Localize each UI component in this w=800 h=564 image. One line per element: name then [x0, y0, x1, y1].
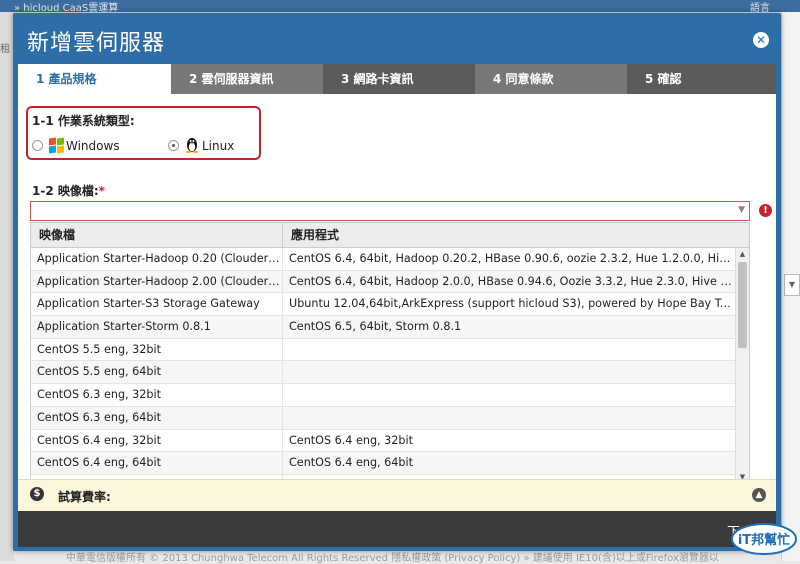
chevron-down-icon[interactable]: ▼	[738, 205, 745, 215]
background-topbar: » hicloud CaaS雲運算 語言	[0, 0, 800, 14]
image-name-cell: CentOS 5.5 eng, 32bit	[31, 338, 283, 361]
tab-product-spec[interactable]: 1 產品規格	[18, 64, 171, 94]
ithome-watermark-logo: iT邦幫忙	[731, 523, 797, 555]
image-label-text: 1-2 映像檔:	[32, 184, 99, 198]
background-breadcrumb: » hicloud CaaS雲運算	[14, 3, 119, 14]
tab-nic-info[interactable]: 3 網路卡資訊	[323, 64, 475, 94]
fee-estimate-bar[interactable]: $ 試算費率: ▲	[18, 479, 776, 512]
table-row[interactable]: CentOS 5.5 eng, 32bit	[31, 338, 735, 362]
table-row[interactable]: Application Starter-Storm 0.8.1 CentOS 6.…	[31, 316, 735, 339]
table-row[interactable]: CentOS 6.3 eng, 64bit	[31, 406, 735, 430]
close-icon[interactable]: ✕	[753, 32, 769, 48]
chevron-up-icon[interactable]: ▲	[752, 488, 766, 502]
table-row[interactable]: Application Starter-Hadoop 0.20 (Clouder…	[31, 248, 735, 271]
application-cell: CentOS 6.4 eng, 64bit	[289, 456, 414, 470]
windows-option-label[interactable]: Windows	[66, 139, 120, 153]
image-name-cell: Application Starter-Hadoop 0.20 (Clouder…	[31, 248, 283, 270]
application-cell	[283, 384, 735, 406]
table-row[interactable]: Application Starter-S3 Storage Gateway Ub…	[31, 293, 735, 317]
dollar-icon: $	[30, 487, 44, 501]
windows-logo-icon	[49, 137, 65, 154]
linux-radio[interactable]	[168, 140, 179, 151]
background-dropdown[interactable]: ▼	[784, 274, 800, 296]
table-row[interactable]: Application Starter-Hadoop 2.00 (Clouder…	[31, 270, 735, 294]
scroll-thumb[interactable]	[738, 262, 747, 348]
application-cell: CentOS 6.4 eng, 32bit	[289, 433, 414, 447]
os-type-label: 1-1 作業系統類型:	[32, 114, 135, 128]
language-menu[interactable]: 語言	[750, 0, 770, 14]
image-select[interactable]: ▼	[30, 201, 750, 221]
background-side-label: 租	[0, 44, 10, 55]
error-icon: !	[759, 204, 772, 217]
table-row[interactable]: CentOS 5.5 eng, 64bit	[31, 361, 735, 385]
grid-body: Application Starter-Hadoop 0.20 (Clouder…	[31, 248, 735, 483]
table-row[interactable]: CentOS 6.4 eng, 32bit CentOS 6.4 eng, 32b…	[31, 429, 735, 453]
wizard-tabs: 1 產品規格 2 雲伺服器資訊 3 網路卡資訊 4 同意條款 5 確認	[18, 64, 776, 94]
application-cell: Ubuntu 12.04,64bit,ArkExpress (support h…	[289, 297, 735, 311]
image-name-cell: CentOS 5.5 eng, 64bit	[31, 361, 283, 384]
image-name-cell: CentOS 6.4 eng, 64bit	[31, 452, 283, 475]
grid-scrollbar[interactable]: ▲ ▼	[735, 248, 749, 483]
dialog-title: 新增雲伺服器	[27, 31, 166, 56]
image-name-cell: Application Starter-S3 Storage Gateway	[31, 293, 283, 316]
required-mark: *	[98, 184, 105, 198]
watermark-text: iT邦幫忙	[738, 532, 790, 548]
fee-label: 試算費率:	[58, 490, 111, 504]
background-right-panel: ▼	[781, 12, 800, 561]
application-cell	[283, 407, 735, 429]
image-name-cell: CentOS 6.4 eng, 32bit	[31, 429, 283, 452]
grid-header: 映像檔 應用程式	[31, 223, 749, 248]
column-header-application[interactable]: 應用程式	[283, 223, 749, 247]
column-header-image[interactable]: 映像檔	[31, 223, 283, 247]
table-row[interactable]: CentOS 6.4 eng, 64bit CentOS 6.4 eng, 64b…	[31, 452, 735, 475]
image-name-cell: CentOS 6.3 eng, 64bit	[31, 406, 283, 429]
application-cell	[283, 361, 735, 383]
image-name-cell: CentOS 6.3 eng, 32bit	[31, 384, 283, 407]
application-cell: CentOS 6.4, 64bit, Hadoop 2.0.0, HBase 0…	[289, 274, 735, 288]
scroll-up-icon[interactable]: ▲	[736, 248, 749, 260]
dialog-footer: 下一步	[18, 511, 776, 547]
image-name-cell: Application Starter-Hadoop 2.00 (Clouder…	[31, 270, 283, 293]
application-cell	[283, 339, 735, 361]
table-row[interactable]: CentOS 6.3 eng, 32bit	[31, 384, 735, 407]
image-name-cell: Application Starter-Storm 0.8.1	[31, 316, 283, 339]
add-server-dialog: 新增雲伺服器 ✕ 1 產品規格 2 雲伺服器資訊 3 網路卡資訊 4 同意條款 …	[13, 13, 781, 551]
background-left-panel: 租	[0, 12, 14, 561]
dialog-content: 1-1 作業系統類型: Windows Linux 1-2 映像檔:* ▼ !	[18, 94, 776, 484]
image-grid: 映像檔 應用程式 Application Starter-Hadoop 0.20…	[30, 222, 750, 484]
background-footer: 中華電信版權所有 © 2013 Chunghwa Telecom All Rig…	[66, 553, 719, 564]
tab-server-info[interactable]: 2 雲伺服器資訊	[171, 64, 323, 94]
tab-confirm[interactable]: 5 確認	[627, 64, 776, 94]
linux-tux-icon	[186, 138, 198, 153]
image-label: 1-2 映像檔:*	[32, 182, 105, 199]
windows-radio[interactable]	[32, 140, 43, 151]
application-cell: CentOS 6.4, 64bit, Hadoop 0.20.2, HBase …	[289, 252, 735, 265]
linux-option-label[interactable]: Linux	[202, 139, 234, 153]
application-cell: CentOS 6.5, 64bit, Storm 0.8.1	[289, 320, 462, 334]
tab-agreement[interactable]: 4 同意條款	[475, 64, 627, 94]
